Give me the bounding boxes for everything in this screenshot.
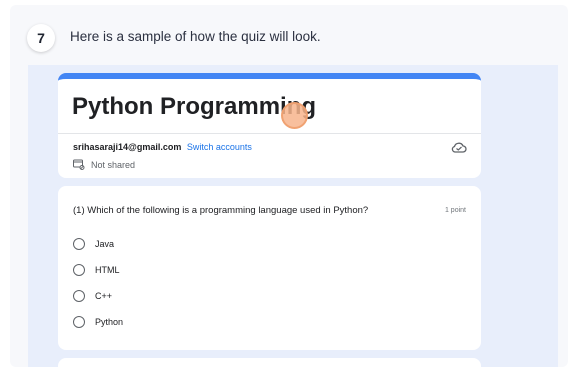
account-email: srihasaraji14@gmail.com <box>73 142 182 152</box>
option-label: HTML <box>95 265 120 275</box>
option-label: C++ <box>95 291 113 301</box>
option-python[interactable]: Python <box>73 316 123 328</box>
radio-button[interactable] <box>73 316 85 328</box>
radio-button[interactable] <box>73 238 85 250</box>
switch-accounts-link[interactable]: Switch accounts <box>187 142 252 152</box>
share-status-text: Not shared <box>91 159 136 170</box>
step-card: 7 Here is a sample of how the quiz will … <box>10 5 568 367</box>
cloud-check-icon[interactable] <box>451 141 467 153</box>
next-question-card <box>58 358 481 367</box>
header-divider <box>58 133 481 134</box>
radio-button[interactable] <box>73 290 85 302</box>
option-java[interactable]: Java <box>73 238 114 250</box>
step-number: 7 <box>27 24 55 52</box>
option-cpp[interactable]: C++ <box>73 290 112 302</box>
question-text: (1) Which of the following is a programm… <box>73 205 369 216</box>
question-card: (1) Which of the following is a programm… <box>58 186 481 350</box>
form-title: Python Programming <box>72 93 317 120</box>
option-label: Python <box>95 317 124 327</box>
share-status-row: Not shared <box>73 159 135 170</box>
screenshot-area: Python Programming srihasaraji14@gmail.c… <box>28 65 558 367</box>
step-description: Here is a sample of how the quiz will lo… <box>70 29 321 44</box>
form-header-card: Python Programming srihasaraji14@gmail.c… <box>58 73 481 178</box>
click-marker <box>281 102 308 129</box>
option-label: Java <box>95 239 115 249</box>
option-html[interactable]: HTML <box>73 264 120 276</box>
question-points: 1 point <box>444 207 466 214</box>
radio-button[interactable] <box>73 264 85 276</box>
account-line: srihasaraji14@gmail.com Switch accounts <box>73 142 252 152</box>
not-shared-icon <box>73 159 85 170</box>
